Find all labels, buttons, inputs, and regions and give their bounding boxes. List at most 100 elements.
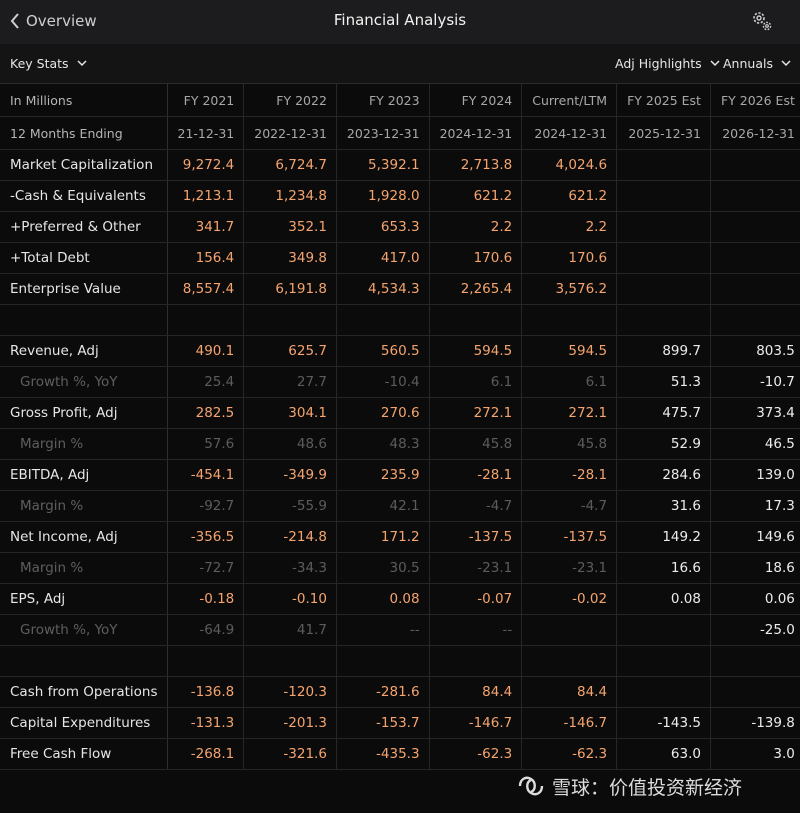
estimate-cell — [710, 273, 800, 305]
table-row: EPS, Adj -0.18 -0.10 0.08 -0.07 -0.02 0.08 0.06 — [0, 583, 800, 615]
value-cell: 45.8 — [429, 428, 523, 460]
header-row: 12 Months Ending 21-12-31 2022-12-31 2023-1… — [0, 116, 800, 150]
page-title: Financial Analysis — [333, 11, 467, 29]
table-row: +Preferred & Other 341.7 352.1 653.3 2.2 2.2 — [0, 211, 800, 243]
value-cell: 621.2 — [521, 180, 618, 212]
empty-cell — [243, 304, 337, 336]
estimate-cell: -139.8 — [710, 707, 800, 739]
key-stats-dropdown[interactable]: Key Stats — [10, 56, 87, 71]
value-cell: 170.6 — [521, 242, 618, 274]
value-cell: -153.7 — [336, 707, 430, 739]
value-cell: 42.1 — [336, 490, 430, 522]
column-header: 2025-12-31 — [616, 116, 711, 150]
estimate-cell: 63.0 — [616, 738, 711, 770]
key-stats-label: Key Stats — [10, 56, 69, 71]
estimate-cell — [616, 614, 711, 646]
highlights-label: Adj Highlights — [615, 56, 702, 71]
table-row — [0, 304, 800, 336]
row-label: Capital Expenditures — [0, 707, 168, 739]
table-row: Free Cash Flow -268.1 -321.6 -435.3 -62.3 -62… — [0, 738, 800, 770]
value-cell: -28.1 — [521, 459, 618, 491]
value-cell: 25.4 — [167, 366, 245, 398]
value-cell: -137.5 — [429, 521, 523, 553]
value-cell: -64.9 — [167, 614, 245, 646]
estimate-cell: 373.4 — [710, 397, 800, 429]
estimate-cell: 899.7 — [616, 335, 711, 367]
empty-cell — [521, 304, 618, 336]
estimate-cell — [616, 273, 711, 305]
value-cell: 349.8 — [243, 242, 337, 274]
empty-cell — [429, 645, 523, 677]
value-cell: -356.5 — [167, 521, 245, 553]
watermark: 雪球：价值投资新经济 — [516, 770, 742, 802]
value-cell: 6,724.7 — [243, 149, 337, 181]
table-row: Gross Profit, Adj 282.5 304.1 270.6 272.1 272… — [0, 397, 800, 429]
empty-cell — [521, 645, 618, 677]
row-label: Market Capitalization — [0, 149, 168, 181]
column-header: Current/LTM — [521, 84, 618, 117]
estimate-cell — [710, 211, 800, 243]
column-header: 2024-12-31 — [429, 116, 523, 150]
value-cell: -55.9 — [243, 490, 337, 522]
empty-cell — [616, 304, 711, 336]
value-cell: 2.2 — [429, 211, 523, 243]
empty-cell — [336, 645, 430, 677]
value-cell: -131.3 — [167, 707, 245, 739]
value-cell: 621.2 — [429, 180, 523, 212]
value-cell: -454.1 — [167, 459, 245, 491]
table-row: Revenue, Adj 490.1 625.7 560.5 594.5 594.5 899… — [0, 335, 800, 367]
table-row: Margin % -72.7 -34.3 30.5 -23.1 -23.1 16.6 18.6 — [0, 552, 800, 584]
estimate-cell — [616, 242, 711, 274]
value-cell: 2,265.4 — [429, 273, 523, 305]
chevron-down-icon — [710, 60, 720, 67]
value-cell: -62.3 — [429, 738, 523, 770]
value-cell: -10.4 — [336, 366, 430, 398]
value-cell: 27.7 — [243, 366, 337, 398]
highlights-dropdown[interactable]: Adj Highlights — [615, 56, 720, 71]
value-cell: 171.2 — [336, 521, 430, 553]
table-row: EBITDA, Adj -454.1 -349.9 235.9 -28.1 -28.1 28… — [0, 459, 800, 491]
value-cell: -0.07 — [429, 583, 523, 615]
estimate-cell — [616, 211, 711, 243]
estimate-cell: -10.7 — [710, 366, 800, 398]
value-cell: -4.7 — [521, 490, 618, 522]
value-cell: 1,928.0 — [336, 180, 430, 212]
estimate-cell — [616, 180, 711, 212]
row-header-label: In Millions — [0, 84, 168, 117]
row-label: Enterprise Value — [0, 273, 168, 305]
estimate-cell: 475.7 — [616, 397, 711, 429]
value-cell: 282.5 — [167, 397, 245, 429]
value-cell: 6.1 — [429, 366, 523, 398]
value-cell: -- — [429, 614, 523, 646]
value-cell — [521, 614, 618, 646]
value-cell: -4.7 — [429, 490, 523, 522]
column-header: 2024-12-31 — [521, 116, 618, 150]
value-cell: 341.7 — [167, 211, 245, 243]
estimate-cell: 3.0 — [710, 738, 800, 770]
table-row: -Cash & Equivalents 1,213.1 1,234.8 1,928.0… — [0, 180, 800, 212]
table-row: Margin % -92.7 -55.9 42.1 -4.7 -4.7 31.6 17.3 — [0, 490, 800, 522]
value-cell: 594.5 — [521, 335, 618, 367]
value-cell: 8,557.4 — [167, 273, 245, 305]
empty-cell — [167, 304, 245, 336]
period-dropdown[interactable]: Annuals — [723, 56, 791, 71]
value-cell: -214.8 — [243, 521, 337, 553]
value-cell: 0.08 — [336, 583, 430, 615]
estimate-cell: 51.3 — [616, 366, 711, 398]
estimate-cell — [710, 242, 800, 274]
value-cell: -136.8 — [167, 676, 245, 708]
value-cell: 653.3 — [336, 211, 430, 243]
estimate-cell: 0.06 — [710, 583, 800, 615]
row-label: +Total Debt — [0, 242, 168, 274]
value-cell: -349.9 — [243, 459, 337, 491]
row-label: Margin % — [0, 490, 168, 522]
column-header: 21-12-31 — [167, 116, 245, 150]
estimate-cell: 284.6 — [616, 459, 711, 491]
table-row: Cash from Operations -136.8 -120.3 -281.6 84… — [0, 676, 800, 708]
value-cell: -34.3 — [243, 552, 337, 584]
settings-gear-icon[interactable] — [750, 9, 774, 37]
column-header: FY 2024 — [429, 84, 523, 117]
table-row: Capital Expenditures -131.3 -201.3 -153.7 -1… — [0, 707, 800, 739]
estimate-cell: 31.6 — [616, 490, 711, 522]
estimate-cell: 46.5 — [710, 428, 800, 460]
